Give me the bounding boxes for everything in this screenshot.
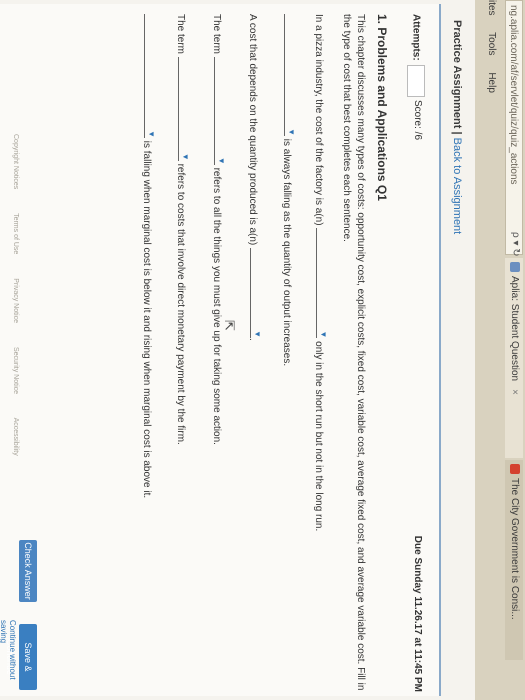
- sentence-3-before: A cost that depends on the quantity prod…: [247, 14, 258, 246]
- footer-links: Copyright Notices Terms of Use Privacy N…: [12, 134, 19, 478]
- question-panel: Attempts: Score: /6 Due Sunday 11.26.17 …: [0, 4, 441, 696]
- back-to-assignment-link[interactable]: Back to Assignment: [451, 138, 463, 235]
- save-continue-button[interactable]: Save & Continue: [5, 624, 37, 690]
- menu-item-favorites[interactable]: ites: [486, 0, 497, 16]
- attempts-box: [407, 64, 425, 97]
- practice-title: Practice Assignment: [451, 20, 463, 129]
- menu-item-tools[interactable]: Tools: [486, 32, 497, 55]
- sentence-1-before: In a pizza industry, the cost of the fac…: [313, 14, 324, 226]
- tab-aplia-label: Aplia: Student Question: [509, 276, 520, 382]
- dropdown-arrow-icon: ▼: [217, 156, 226, 165]
- attempts: Attempts:: [407, 14, 425, 97]
- dropdown-3[interactable]: ▼: [250, 248, 262, 339]
- dropdown-6[interactable]: ▼: [144, 14, 156, 138]
- instructions: This chapter discusses many types of cos…: [341, 14, 366, 691]
- dropdown-arrow-icon: ▼: [319, 330, 328, 339]
- check-answer-button[interactable]: Check Answer: [19, 540, 37, 602]
- dropdown-arrow-icon: ▼: [253, 330, 262, 339]
- dropdown-1[interactable]: ▼: [316, 228, 328, 339]
- dropdown-4[interactable]: ▼: [214, 56, 226, 165]
- close-tab-icon[interactable]: ×: [509, 389, 520, 395]
- sentence-3-after: .: [247, 338, 258, 341]
- footer-accessibility[interactable]: Accessibility: [12, 418, 19, 456]
- menu-bar: ites Tools Help: [481, 0, 501, 107]
- sentence-4: The term ▼ refers to all the things you …: [211, 14, 226, 445]
- dropdown-2[interactable]: ▼: [284, 14, 296, 136]
- sentence-6-after: is falling when marginal cost is below i…: [141, 140, 152, 499]
- footer-terms[interactable]: Terms of Use: [12, 213, 19, 254]
- footer-copyright[interactable]: Copyright Notices: [12, 134, 19, 189]
- sentence-6: ▼ is falling when marginal cost is below…: [141, 14, 156, 499]
- sentence-3: A cost that depends on the quantity prod…: [247, 14, 262, 341]
- due-date: Due Sunday 11.26.17 at 11:45 PM: [412, 535, 423, 692]
- sentence-4-before: The term: [211, 14, 222, 55]
- practice-assignment-bar: Practice Assignment | Back to Assignment: [451, 20, 463, 234]
- continue-without-saving-link[interactable]: Continue without saving: [0, 620, 17, 696]
- tab-aplia[interactable]: Aplia: Student Question ×: [505, 258, 523, 458]
- sentence-1: In a pizza industry, the cost of the fac…: [313, 14, 328, 532]
- aplia-favicon-icon: [509, 262, 520, 272]
- tab-city-label: The City Government is Consi...: [509, 478, 520, 620]
- sentence-2-after: is always falling as the quantity of out…: [281, 138, 292, 367]
- address-controls[interactable]: ρ ▾ ↻: [510, 232, 521, 257]
- menu-item-help[interactable]: Help: [486, 72, 497, 93]
- sentence-5-after: refers to costs that involve direct mone…: [175, 163, 186, 445]
- sentence-5: The term ▼ refers to costs that involve …: [175, 14, 190, 445]
- browser-chrome: ng.aplia.com/af/servlet/quiz/quiz_action…: [474, 0, 525, 700]
- address-bar[interactable]: ng.aplia.com/af/servlet/quiz/quiz_action…: [505, 0, 523, 255]
- sentence-5-before: The term: [175, 14, 186, 55]
- dropdown-arrow-icon: ▼: [147, 130, 156, 138]
- dropdown-5[interactable]: ▼: [178, 56, 190, 161]
- footer-privacy[interactable]: Privacy Notice: [12, 278, 19, 323]
- attempts-label: Attempts:: [410, 14, 422, 61]
- sentence-2: ▼ is always falling as the quantity of o…: [281, 14, 296, 367]
- c-favicon-icon: [509, 464, 520, 474]
- dropdown-arrow-icon: ▼: [181, 152, 190, 161]
- dropdown-arrow-icon: ▼: [287, 128, 296, 136]
- rotated-screen: ng.aplia.com/af/servlet/quiz/quiz_action…: [0, 0, 525, 700]
- footer-security[interactable]: Security Notice: [12, 347, 19, 394]
- page-content: Practice Assignment | Back to Assignment…: [0, 0, 475, 700]
- tab-city-government[interactable]: The City Government is Consi...: [505, 460, 523, 660]
- question-title: 1. Problems and Applications Q1: [375, 14, 389, 201]
- score-label: Score: /6: [412, 100, 423, 141]
- sentence-4-after: refers to all the things you must give u…: [211, 167, 222, 445]
- sentence-1-after: only in the short run but not in the lon…: [313, 341, 324, 532]
- separator: |: [451, 128, 463, 138]
